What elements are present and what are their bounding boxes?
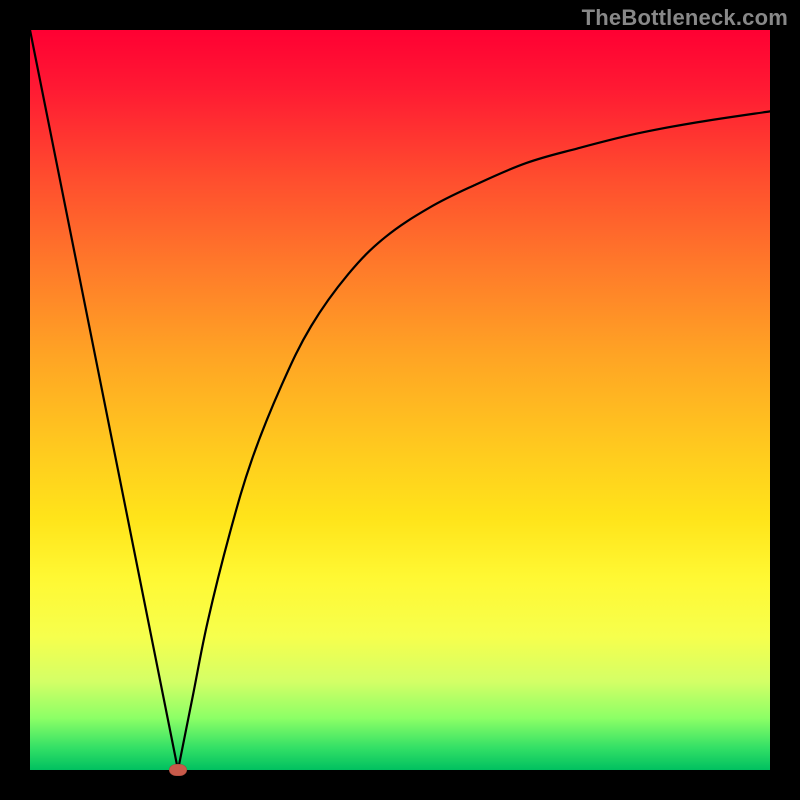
watermark-text: TheBottleneck.com [582, 5, 788, 31]
plot-area [30, 30, 770, 770]
optimal-point-marker [169, 764, 187, 776]
bottleneck-curve [30, 30, 770, 770]
chart-frame: TheBottleneck.com [0, 0, 800, 800]
